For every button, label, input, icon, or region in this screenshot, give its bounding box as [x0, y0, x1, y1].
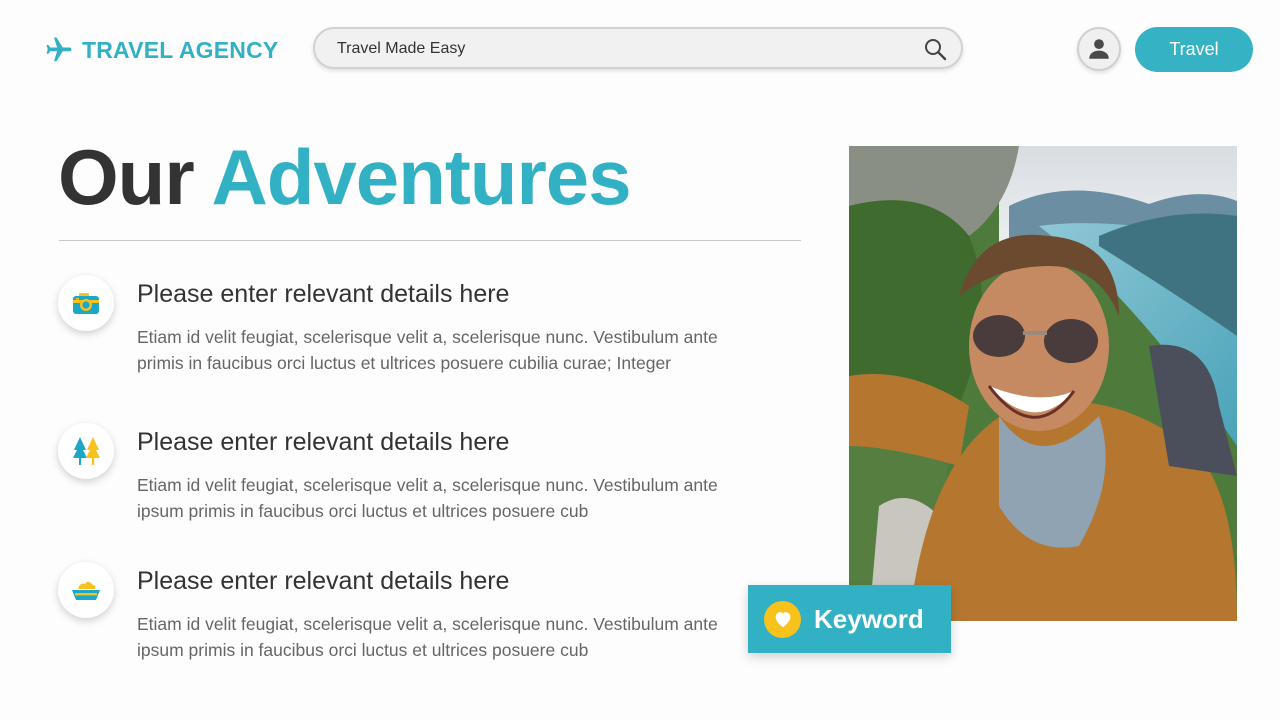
- feature-description: Etiam id velit feugiat, scelerisque veli…: [137, 327, 718, 373]
- heart-icon-badge: [764, 600, 801, 638]
- page-title-accent: Adventures: [211, 133, 631, 221]
- feature-heading: Please enter relevant details here: [137, 428, 510, 456]
- user-icon: [1089, 39, 1109, 59]
- feature-description: Etiam id velit feugiat, scelerisque veli…: [137, 475, 718, 521]
- feature-heading: Please enter relevant details here: [137, 280, 510, 308]
- user-avatar-button[interactable]: [1077, 27, 1121, 71]
- page-title-dark: Our: [58, 133, 195, 221]
- keyword-badge[interactable]: Keyword: [748, 585, 951, 653]
- heart-icon: [775, 612, 790, 628]
- search-icon[interactable]: [923, 37, 947, 61]
- brand-name: TRAVEL AGENCY: [82, 36, 279, 63]
- feature-description: Etiam id velit feugiat, scelerisque veli…: [137, 614, 718, 660]
- airplane-icon: [46, 37, 72, 62]
- title-divider: [59, 240, 801, 241]
- feature-heading: Please enter relevant details here: [137, 567, 510, 595]
- feature-icon-badge: [58, 423, 114, 479]
- hiker-selfie-photo: [849, 146, 1237, 621]
- trees-icon: [73, 437, 100, 465]
- keyword-label: Keyword: [814, 603, 924, 634]
- travel-button[interactable]: Travel: [1135, 27, 1253, 72]
- brand-logo[interactable]: TRAVEL AGENCY: [44, 34, 278, 66]
- boat-icon: [72, 581, 100, 600]
- photo-illustration: [849, 146, 1237, 621]
- search-bar: [313, 27, 963, 69]
- search-input[interactable]: [335, 29, 919, 69]
- feature-icon-badge: [58, 562, 114, 618]
- feature-icon-badge: [58, 275, 114, 331]
- camera-icon: [73, 293, 99, 314]
- page-title: Our Adventures: [58, 132, 632, 222]
